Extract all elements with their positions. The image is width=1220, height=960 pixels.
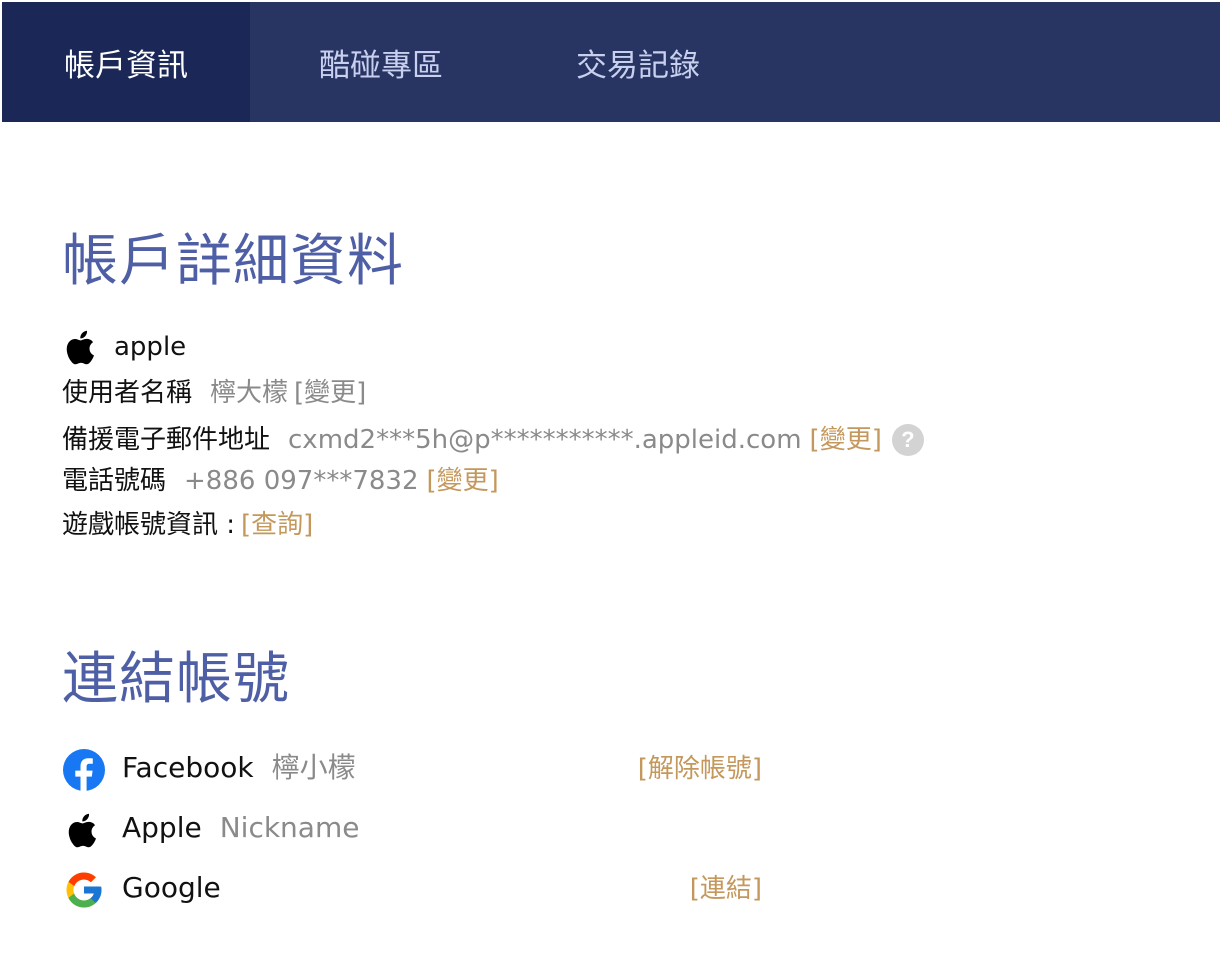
login-provider-label: apple <box>114 332 187 362</box>
link-google-link[interactable]: [連結] <box>690 876 762 902</box>
top-nav: 帳戶資訊 酷碰專區 交易記錄 <box>2 2 1220 122</box>
linked-account-google: Google [連結] <box>62 868 762 912</box>
provider-name: Google <box>122 874 221 902</box>
backup-email-label: 備援電子郵件地址 <box>62 425 271 455</box>
tab-account-info[interactable]: 帳戶資訊 <box>2 2 250 122</box>
provider-name: Facebook 檸小檬 <box>122 754 356 782</box>
login-provider-row: apple <box>62 326 186 368</box>
account-page: 帳戶資訊 酷碰專區 交易記錄 帳戶詳細資料 apple 使用者名稱 檸大檬 [變… <box>0 0 1220 960</box>
provider-nickname: 檸小檬 <box>271 751 356 784</box>
game-account-row: 遊戲帳號資訊 : [查詢] <box>62 512 313 538</box>
change-phone-link[interactable]: [變更] <box>427 468 499 494</box>
username-row: 使用者名稱 檸大檬 [變更] <box>62 380 366 406</box>
backup-email-row: 備援電子郵件地址 cxmd2***5h@p***********.appleid… <box>62 424 924 456</box>
username-value: 檸大檬 <box>210 378 289 408</box>
query-game-account-link[interactable]: [查詢] <box>241 512 313 538</box>
change-email-link[interactable]: [變更] <box>810 427 882 453</box>
change-username-link[interactable]: [變更] <box>294 380 366 406</box>
help-icon[interactable]: ? <box>891 424 924 456</box>
apple-icon <box>62 326 102 368</box>
tab-coupons[interactable]: 酷碰專區 <box>250 2 512 122</box>
account-details-title: 帳戶詳細資料 <box>62 229 404 294</box>
linked-account-apple: Apple Nickname <box>62 808 762 852</box>
google-icon <box>62 868 106 912</box>
apple-icon <box>62 808 106 852</box>
backup-email-value: cxmd2***5h@p***********.appleid.com <box>288 425 802 455</box>
phone-row: 電話號碼 +886 097***7832 [變更] <box>62 468 499 494</box>
username-label: 使用者名稱 <box>62 378 193 408</box>
provider-name: Apple Nickname <box>122 814 359 842</box>
provider-label: Facebook <box>122 751 254 784</box>
provider-label: Apple <box>122 811 202 844</box>
linked-accounts-title: 連結帳號 <box>62 647 290 712</box>
provider-nickname: Nickname <box>219 811 360 844</box>
linked-account-facebook: Facebook 檸小檬 [解除帳號] <box>62 748 762 792</box>
unlink-facebook-link[interactable]: [解除帳號] <box>638 756 762 782</box>
game-account-label: 遊戲帳號資訊 : <box>62 510 236 540</box>
phone-label: 電話號碼 <box>62 466 167 496</box>
facebook-icon <box>62 748 106 792</box>
provider-label: Google <box>122 871 221 904</box>
phone-value: +886 097***7832 <box>184 466 419 496</box>
tab-transactions[interactable]: 交易記錄 <box>512 2 764 122</box>
